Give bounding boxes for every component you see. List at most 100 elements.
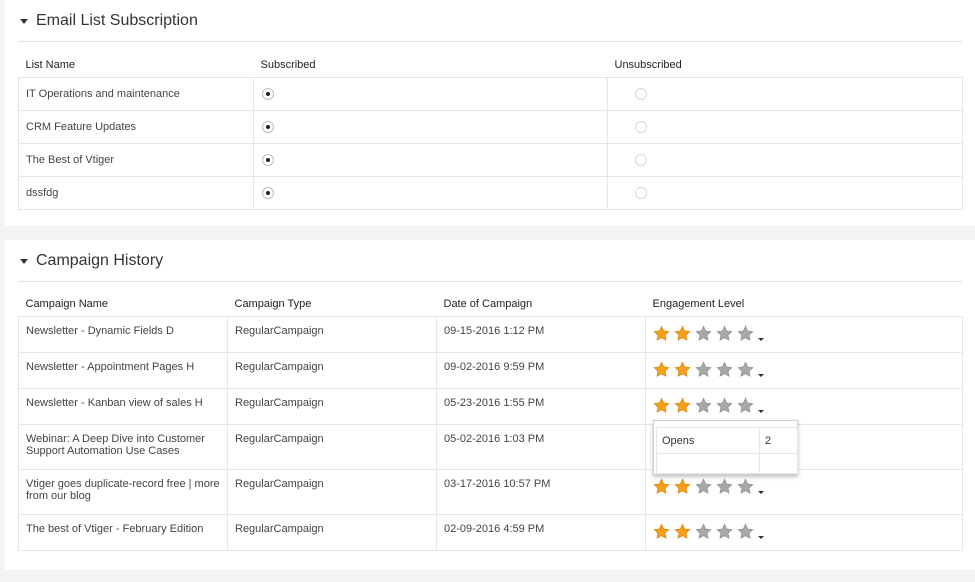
star-icon [674,396,691,414]
list-name-cell: The Best of Vtiger [18,142,254,177]
caret-down-icon[interactable] [20,19,28,24]
campaign-date-cell: 05-02-2016 1:03 PM [436,423,646,470]
engagement-stars[interactable] [653,522,764,540]
table-row: Newsletter - Appointment Pages H RegularC… [18,351,963,389]
star-icon [695,360,712,378]
campaign-type-cell: RegularCampaign [227,387,437,425]
list-name-cell: IT Operations and maintenance [18,76,254,111]
star-icon [695,324,712,342]
table-row: Vtiger goes duplicate-record free | more… [18,468,963,515]
column-header-campaign-name: Campaign Name [25,297,109,310]
subscribed-cell [253,76,608,111]
email-list-table: List Name Subscribed Unsubscribed IT Ope… [18,53,963,210]
campaign-type-cell: RegularCampaign [227,468,437,515]
subscribed-radio[interactable] [262,120,274,133]
star-icon [695,522,712,540]
star-icon [737,396,754,414]
unsubscribed-cell [607,109,963,144]
star-icon [716,477,733,495]
engagement-level-cell [645,513,963,551]
campaign-name-cell: The best of Vtiger - February Edition [18,513,228,551]
engagement-popover: Opens 2 [653,420,798,475]
chevron-down-icon[interactable] [758,535,764,539]
subscribed-radio[interactable] [262,153,274,166]
star-icon [695,477,712,495]
star-icon [653,324,670,342]
table-row: The Best of Vtiger [18,142,963,177]
campaign-date-cell: 09-02-2016 9:59 PM [436,351,646,389]
email-section-title: Email List Subscription [36,12,198,29]
caret-down-icon[interactable] [20,259,28,264]
engagement-level-cell [645,351,963,389]
email-subscription-panel: Email List Subscription List Name Subscr… [5,0,975,226]
star-icon [716,324,733,342]
unsubscribed-radio[interactable] [635,153,647,166]
table-row: Newsletter - Dynamic Fields D RegularCamp… [18,315,963,353]
chevron-down-icon[interactable] [758,373,764,377]
unsubscribed-radio[interactable] [635,87,647,100]
table-row: dssfdg [18,175,963,210]
star-icon [674,477,691,495]
star-icon [737,477,754,495]
popover-empty-cell [656,453,760,474]
engagement-stars[interactable] [653,396,764,414]
engagement-stars[interactable] [653,360,764,378]
campaign-date-cell: 09-15-2016 1:12 PM [436,315,646,353]
star-icon [737,324,754,342]
star-icon [674,324,691,342]
subscribed-radio[interactable] [262,87,274,100]
star-icon [695,396,712,414]
engagement-level-cell [645,387,963,425]
unsubscribed-radio[interactable] [635,186,647,199]
star-icon [653,477,670,495]
email-section-header[interactable]: Email List Subscription [18,10,962,42]
column-header-unsubscribed: Unsubscribed [614,58,682,71]
popover-opens-label: Opens [656,427,760,454]
unsubscribed-cell [607,175,963,210]
campaign-date-cell: 03-17-2016 10:57 PM [436,468,646,515]
campaign-type-cell: RegularCampaign [227,423,437,470]
star-icon [716,522,733,540]
campaign-date-cell: 05-23-2016 1:55 PM [436,387,646,425]
star-icon [653,522,670,540]
star-icon [737,522,754,540]
subscribed-cell [253,175,608,210]
chevron-down-icon[interactable] [758,490,764,494]
unsubscribed-cell [607,142,963,177]
star-icon [716,360,733,378]
table-row: Newsletter - Kanban view of sales H Regul… [18,387,963,425]
star-icon [653,360,670,378]
star-icon [653,396,670,414]
campaign-name-cell: Webinar: A Deep Dive into Customer Suppo… [18,423,228,470]
campaign-section-title: Campaign History [36,252,164,269]
campaign-type-cell: RegularCampaign [227,315,437,353]
column-header-campaign-type: Campaign Type [234,297,312,310]
star-icon [716,396,733,414]
unsubscribed-radio[interactable] [635,120,647,133]
campaign-type-cell: RegularCampaign [227,351,437,389]
chevron-down-icon[interactable] [758,337,764,341]
column-header-engagement-level: Engagement Level [652,297,745,310]
campaign-type-cell: RegularCampaign [227,513,437,551]
subscribed-radio[interactable] [262,186,274,199]
popover-opens-value: 2 [759,427,798,454]
engagement-stars[interactable] [653,477,764,495]
campaign-name-cell: Newsletter - Dynamic Fields D [18,315,228,353]
table-row: Webinar: A Deep Dive into Customer Suppo… [18,423,963,470]
subscribed-cell [253,109,608,144]
engagement-stars[interactable] [653,324,764,342]
popover-empty-cell [759,453,798,474]
campaign-section-header[interactable]: Campaign History [18,250,962,282]
chevron-down-icon[interactable] [758,409,764,413]
star-icon [674,522,691,540]
table-row: The best of Vtiger - February Edition Reg… [18,513,963,551]
list-name-cell: CRM Feature Updates [18,109,254,144]
table-row: IT Operations and maintenance [18,76,963,111]
engagement-level-cell [645,315,963,353]
campaign-name-cell: Newsletter - Appointment Pages H [18,351,228,389]
column-header-list-name: List Name [25,58,76,71]
campaign-history-table: Campaign Name Campaign Type Date of Camp… [18,292,963,551]
campaign-date-cell: 02-09-2016 4:59 PM [436,513,646,551]
star-icon [674,360,691,378]
star-icon [737,360,754,378]
